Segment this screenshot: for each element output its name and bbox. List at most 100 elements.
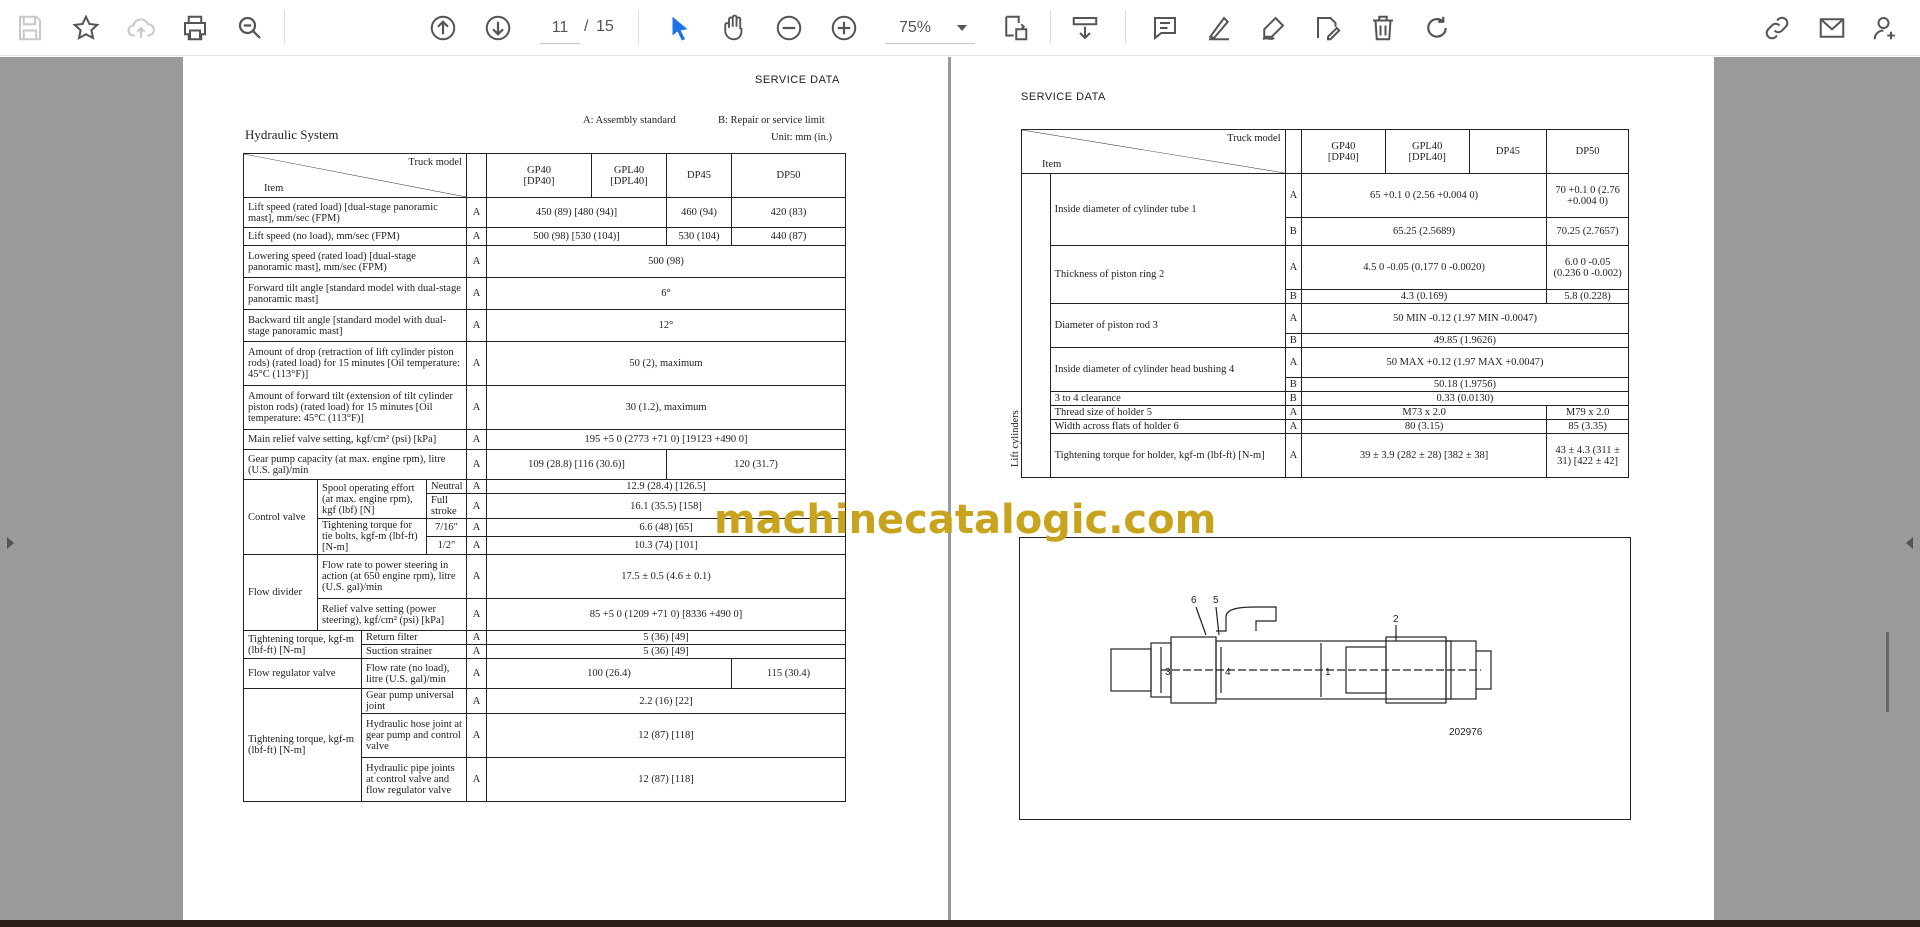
- zoom-in-icon[interactable]: [824, 8, 864, 48]
- bottom-bar: [0, 920, 1920, 927]
- row-key: A: [1284, 303, 1302, 334]
- row-key: A: [466, 429, 487, 450]
- hand-pan-icon[interactable]: [714, 8, 754, 48]
- expand-right-panel-icon[interactable]: [1906, 537, 1913, 549]
- rotate-icon[interactable]: [1417, 8, 1457, 48]
- row-key: A: [1284, 433, 1302, 478]
- zoom-select[interactable]: 75%: [885, 12, 975, 44]
- row-item: Spool operating effort (at max. engine r…: [317, 479, 427, 519]
- truck-model-label: Truck model: [1227, 133, 1281, 144]
- row-value: 115 (30.4): [731, 658, 846, 689]
- group-flow-divider: Flow divider: [243, 554, 318, 631]
- document-viewer[interactable]: SERVICE DATA Hydraulic System A: Assembl…: [0, 57, 1920, 920]
- comment-icon[interactable]: [1145, 8, 1185, 48]
- row-value: M73 x 2.0: [1300, 405, 1548, 420]
- row-value: 420 (83): [731, 197, 846, 228]
- row-item: Forward tilt angle [standard model with …: [243, 277, 467, 310]
- zoom-search-icon[interactable]: [230, 8, 270, 48]
- row-value: 85 +5 0 (1209 +71 0) [8336 +490 0]: [486, 598, 846, 631]
- row-key: A: [466, 688, 487, 714]
- row-key: B: [1284, 377, 1302, 392]
- lift-cylinders-label: Lift cylinders: [1010, 173, 1051, 478]
- pdf-page-left: SERVICE DATA Hydraulic System A: Assembl…: [183, 57, 948, 920]
- row-item: Hydraulic pipe joints at control valve a…: [361, 757, 467, 802]
- row-value: 65 +0.1 0 (2.56 +0.004 0): [1300, 173, 1548, 218]
- header-diagonal-cell: Truck model Item: [1021, 129, 1286, 174]
- row-value: 460 (94): [666, 197, 732, 228]
- row-item: Hydraulic hose joint at gear pump and co…: [361, 713, 467, 758]
- model-dp45: DP45: [1468, 129, 1548, 174]
- row-value: 4.3 (0.169): [1300, 289, 1548, 304]
- row-value: 80 (3.15): [1300, 419, 1548, 434]
- row-key: A: [466, 518, 487, 537]
- model-dp50: DP50: [731, 153, 846, 198]
- blank-cell: [466, 153, 487, 198]
- row-key: A: [466, 277, 487, 310]
- model-gpl40: GPL40 [DPL40]: [591, 153, 667, 198]
- page-up-icon[interactable]: [423, 8, 463, 48]
- page-down-icon[interactable]: [478, 8, 518, 48]
- row-key: A: [466, 757, 487, 802]
- share-link-icon[interactable]: [1757, 8, 1797, 48]
- row-item: Inside diameter of cylinder head bushing…: [1049, 347, 1286, 392]
- row-value: 12.9 (28.4) [126.5]: [486, 479, 846, 494]
- model-gp40: GP40 [DP40]: [486, 153, 592, 198]
- row-value: 17.5 ± 0.5 (4.6 ± 0.1): [486, 554, 846, 599]
- row-value: 5 (36) [49]: [486, 630, 846, 645]
- row-key: A: [466, 630, 487, 645]
- row-key: A: [466, 713, 487, 758]
- hydraulic-data-table: Truck model Item GP40 [DP40] GPL40 [DPL40]…: [243, 153, 846, 802]
- row-item: Tightening torque for tie bolts, kgf-m (…: [317, 518, 427, 555]
- row-item: Suction strainer: [361, 644, 467, 659]
- row-item: Gear pump universal joint: [361, 688, 467, 714]
- draw-icon[interactable]: [1253, 8, 1293, 48]
- row-key: A: [466, 598, 487, 631]
- callout-3: 3: [1165, 667, 1171, 678]
- row-item: Neutral: [426, 479, 467, 494]
- fill-sign-icon[interactable]: [1308, 8, 1348, 48]
- page-header: SERVICE DATA: [755, 74, 840, 86]
- row-item: Flow rate (no load), litre (U.S. gal)/mi…: [361, 658, 467, 689]
- row-key: B: [1284, 289, 1302, 304]
- row-item: 7/16": [426, 518, 467, 537]
- save-icon[interactable]: [10, 8, 50, 48]
- select-cursor-icon[interactable]: [660, 8, 700, 48]
- row-item: 3 to 4 clearance: [1049, 391, 1286, 406]
- expand-left-panel-icon[interactable]: [7, 537, 14, 549]
- row-item: Backward tilt angle [standard model with…: [243, 309, 467, 342]
- highlight-icon[interactable]: [1199, 8, 1239, 48]
- cloud-upload-icon[interactable]: [121, 8, 161, 48]
- group-tightening-torque-2: Tightening torque, kgf-m (lbf-ft) [N-m]: [243, 688, 362, 802]
- row-item: Lowering speed (rated load) [dual-stage …: [243, 245, 467, 278]
- scroll-mode-icon[interactable]: [1065, 8, 1105, 48]
- row-value: 530 (104): [666, 227, 732, 246]
- delete-icon[interactable]: [1363, 8, 1403, 48]
- lift-cylinder-table: Truck model Item GP40 [DP40] GPL40 [DPL40]…: [1010, 129, 1630, 478]
- row-key: A: [466, 493, 487, 519]
- page-number-input[interactable]: 11: [540, 12, 580, 44]
- row-key: A: [1284, 173, 1302, 218]
- email-icon[interactable]: [1812, 8, 1852, 48]
- row-value: 50 MAX +0.12 (1.97 MAX +0.0047): [1300, 347, 1630, 378]
- row-item: Full stroke: [426, 493, 467, 519]
- row-item: Inside diameter of cylinder tube 1: [1049, 173, 1286, 246]
- row-key: B: [1284, 217, 1302, 246]
- row-item: 1/2": [426, 536, 467, 555]
- vertical-scrollbar[interactable]: [1886, 632, 1889, 712]
- row-item: Main relief valve setting, kgf/cm² (psi)…: [243, 429, 467, 450]
- fit-page-icon[interactable]: [995, 8, 1035, 48]
- row-value: 12 (87) [118]: [486, 713, 846, 758]
- row-item: Amount of forward tilt (extension of til…: [243, 385, 467, 430]
- bookmark-star-icon[interactable]: [66, 8, 106, 48]
- row-key: A: [466, 449, 487, 480]
- truck-model-label: Truck model: [408, 157, 462, 168]
- print-icon[interactable]: [175, 8, 215, 48]
- page-header: SERVICE DATA: [1021, 91, 1106, 103]
- zoom-out-icon[interactable]: [769, 8, 809, 48]
- row-value: 5 (36) [49]: [486, 644, 846, 659]
- user-add-icon[interactable]: [1866, 8, 1906, 48]
- callout-4: 4: [1225, 667, 1231, 678]
- row-value: 440 (87): [731, 227, 846, 246]
- row-value: 50 (2), maximum: [486, 341, 846, 386]
- unit-label: Unit: mm (in.): [771, 132, 832, 143]
